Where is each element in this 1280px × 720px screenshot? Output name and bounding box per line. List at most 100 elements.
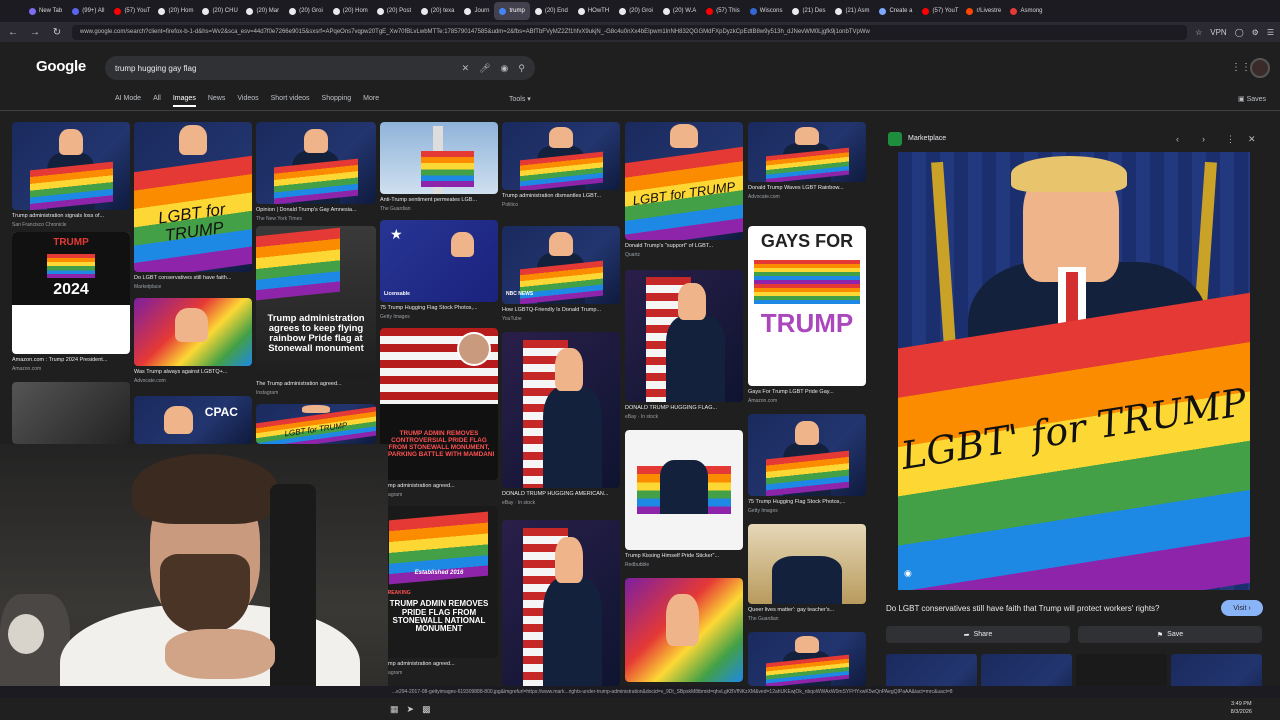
image-result[interactable]: Trump Kissing Himself Pride Sticker"... R… [625,430,743,574]
result-source[interactable]: Instagram [256,390,376,396]
result-source[interactable]: eBay · In stock [502,500,620,506]
image-result[interactable]: DONALD TRUMP HUGGING FLAG... eBay · In st… [625,270,743,426]
image-result[interactable]: Donald Trump Waves LGBT Rainbow... Advoca… [748,122,866,206]
windows-start-icon[interactable]: ▦ [390,704,399,715]
prev-arrow-icon[interactable]: ‹ [1176,134,1179,144]
browser-tab[interactable]: (21) Asm [830,2,874,20]
browser-tab[interactable]: r/Livestre [961,2,1005,20]
result-caption[interactable]: Anti-Trump sentiment permeates LGB... [380,197,498,203]
result-thumbnail[interactable]: TRUMP 2024 [12,232,130,354]
image-result[interactable] [12,382,130,444]
result-caption[interactable]: Opinion | Donald Trump's Gay Amnesia... [256,207,376,213]
result-thumbnail[interactable] [12,122,130,210]
avatar[interactable] [1250,58,1270,78]
result-source[interactable]: Quartz [625,252,743,258]
image-result[interactable]: CPAC [134,396,252,444]
result-source[interactable]: YouTube [502,316,620,322]
url-bar[interactable]: www.google.com/search?client=firefox-b-1… [72,24,1188,40]
browser-tab[interactable]: HOwTH [573,2,614,20]
result-source[interactable]: Instagram [380,492,498,498]
result-source[interactable]: Amazon.com [748,398,866,404]
preview-source[interactable]: Marketplace [908,135,946,142]
result-source[interactable]: Getty Images [748,508,866,514]
browser-tab[interactable]: trump [494,2,530,20]
extensions-icon[interactable]: ⚙ [1252,28,1259,37]
browser-tab[interactable]: (20) Hom [153,2,197,20]
browser-tab[interactable]: Wiscons [745,2,788,20]
tools-button[interactable]: Tools ▾ [509,95,531,103]
result-thumbnail[interactable] [380,122,498,194]
result-source[interactable]: Redbubble [625,562,743,568]
result-source[interactable]: San Francisco Chronicle [12,222,130,228]
result-caption[interactable]: Trump administration dismantles LGBT... [502,193,620,199]
search-box[interactable]: trump hugging gay flag ✕ 🎤︎ ◉ ⚲ [105,56,535,80]
image-result[interactable]: Queer lives matter': gay teacher's... The… [748,524,866,628]
result-caption[interactable]: 75 Trump Hugging Flag Stock Photos,... [380,305,498,311]
result-caption[interactable]: Trump administration agreed... [380,661,498,667]
image-result[interactable]: Was Trump always against LGBTQ+... Advoca… [134,298,252,390]
browser-tab[interactable]: (20) W.A [658,2,701,20]
result-thumbnail[interactable] [134,298,252,366]
image-result[interactable]: LGBT for TRUMP Donald Trump's "support" o… [625,122,743,264]
result-source[interactable]: The New York Times [256,216,376,222]
image-result[interactable] [748,632,866,686]
browser-tab[interactable]: Create a [874,2,917,20]
clock[interactable]: 3:49 PM 8/3/2026 [1231,700,1252,716]
result-thumbnail[interactable]: GAYS FOR TRUMP [748,226,866,386]
result-caption[interactable]: DONALD TRUMP HUGGING FLAG... [625,405,743,411]
lens-search-icon[interactable]: ◉ [904,568,912,579]
browser-tab[interactable]: (57) YouT [917,2,961,20]
browser-tab[interactable]: (57) This [701,2,745,20]
browser-tab[interactable]: (20) Hom [328,2,372,20]
image-result[interactable]: Established 2016 BREAKING TRUMP ADMIN REMO… [380,506,498,682]
result-source[interactable]: Marketplace [134,284,252,290]
result-thumbnail[interactable] [748,632,866,686]
result-caption[interactable]: How LGBTQ-Friendly Is Donald Trump... [502,307,620,313]
browser-tab[interactable]: New Tab [24,2,67,20]
result-thumbnail[interactable] [625,578,743,682]
browser-tab[interactable]: (20) Mar [241,2,284,20]
result-caption[interactable]: The Trump administration agreed... [256,381,376,387]
account-icon[interactable]: ◯ [1235,28,1244,37]
browser-tab[interactable]: Journ [459,2,494,20]
result-caption[interactable]: Trump administration signals loss of... [12,213,130,219]
result-thumbnail[interactable]: Trump administration agrees to keep flyi… [256,226,376,378]
telegram-icon[interactable]: ➤ [407,704,415,715]
image-result[interactable] [625,578,743,682]
result-thumbnail[interactable] [256,122,376,204]
result-source[interactable]: Getty Images [380,314,498,320]
browser-tab[interactable]: (20) texa [416,2,460,20]
browser-tab[interactable]: (20) CHU [197,2,241,20]
image-result[interactable] [502,520,620,686]
result-thumbnail[interactable] [625,270,743,402]
close-icon[interactable]: ✕ [1248,134,1256,145]
preview-caption[interactable]: Do LGBT conservatives still have faith t… [886,604,1159,613]
result-caption[interactable]: Was Trump always against LGBTQ+... [134,369,252,375]
result-thumbnail[interactable]: LGBT for TRUMP [256,404,376,444]
bookmark-star-icon[interactable]: ☆ [1195,28,1202,37]
result-caption[interactable]: Gays For Trump LGBT Pride Gay... [748,389,866,395]
image-result[interactable]: LGBT for TRUMP [256,404,376,444]
browser-tab[interactable]: (20) Post [372,2,416,20]
filter-shopping[interactable]: Shopping [322,95,352,107]
result-source[interactable]: Advocate.com [134,378,252,384]
result-caption[interactable]: Amazon.com : Trump 2024 President... [12,357,130,363]
image-result[interactable]: Opinion | Donald Trump's Gay Amnesia... T… [256,122,376,228]
filter-ai-mode[interactable]: AI Mode [115,95,141,107]
result-thumbnail[interactable]: TRUMP ADMIN REMOVES CONTROVERSIAL PRIDE … [380,328,498,480]
result-caption[interactable]: Donald Trump's "support" of LGBT... [625,243,743,249]
browser-tab[interactable]: (21) Des [787,2,830,20]
next-arrow-icon[interactable]: › [1202,134,1205,144]
app-icon[interactable]: ▩ [422,704,431,715]
result-thumbnail[interactable]: LGBT for TRUMP [134,122,252,272]
result-source[interactable]: eBay · In stock [625,414,743,420]
image-result[interactable]: Trump administration dismantles LGBT... P… [502,122,620,214]
save-button[interactable]: ⚑ Save [1078,626,1262,643]
result-caption[interactable]: 75 Trump Hugging Flag Stock Photos,... [748,499,866,505]
filter-all[interactable]: All [153,95,161,107]
browser-tab[interactable]: (99+) All [67,2,109,20]
result-source[interactable]: The Guardian [748,616,866,622]
search-input[interactable]: trump hugging gay flag [115,64,452,73]
browser-tab[interactable]: (20) Groi [284,2,328,20]
preview-image[interactable]: LGBT' for TRUMP ◉ [898,152,1250,590]
